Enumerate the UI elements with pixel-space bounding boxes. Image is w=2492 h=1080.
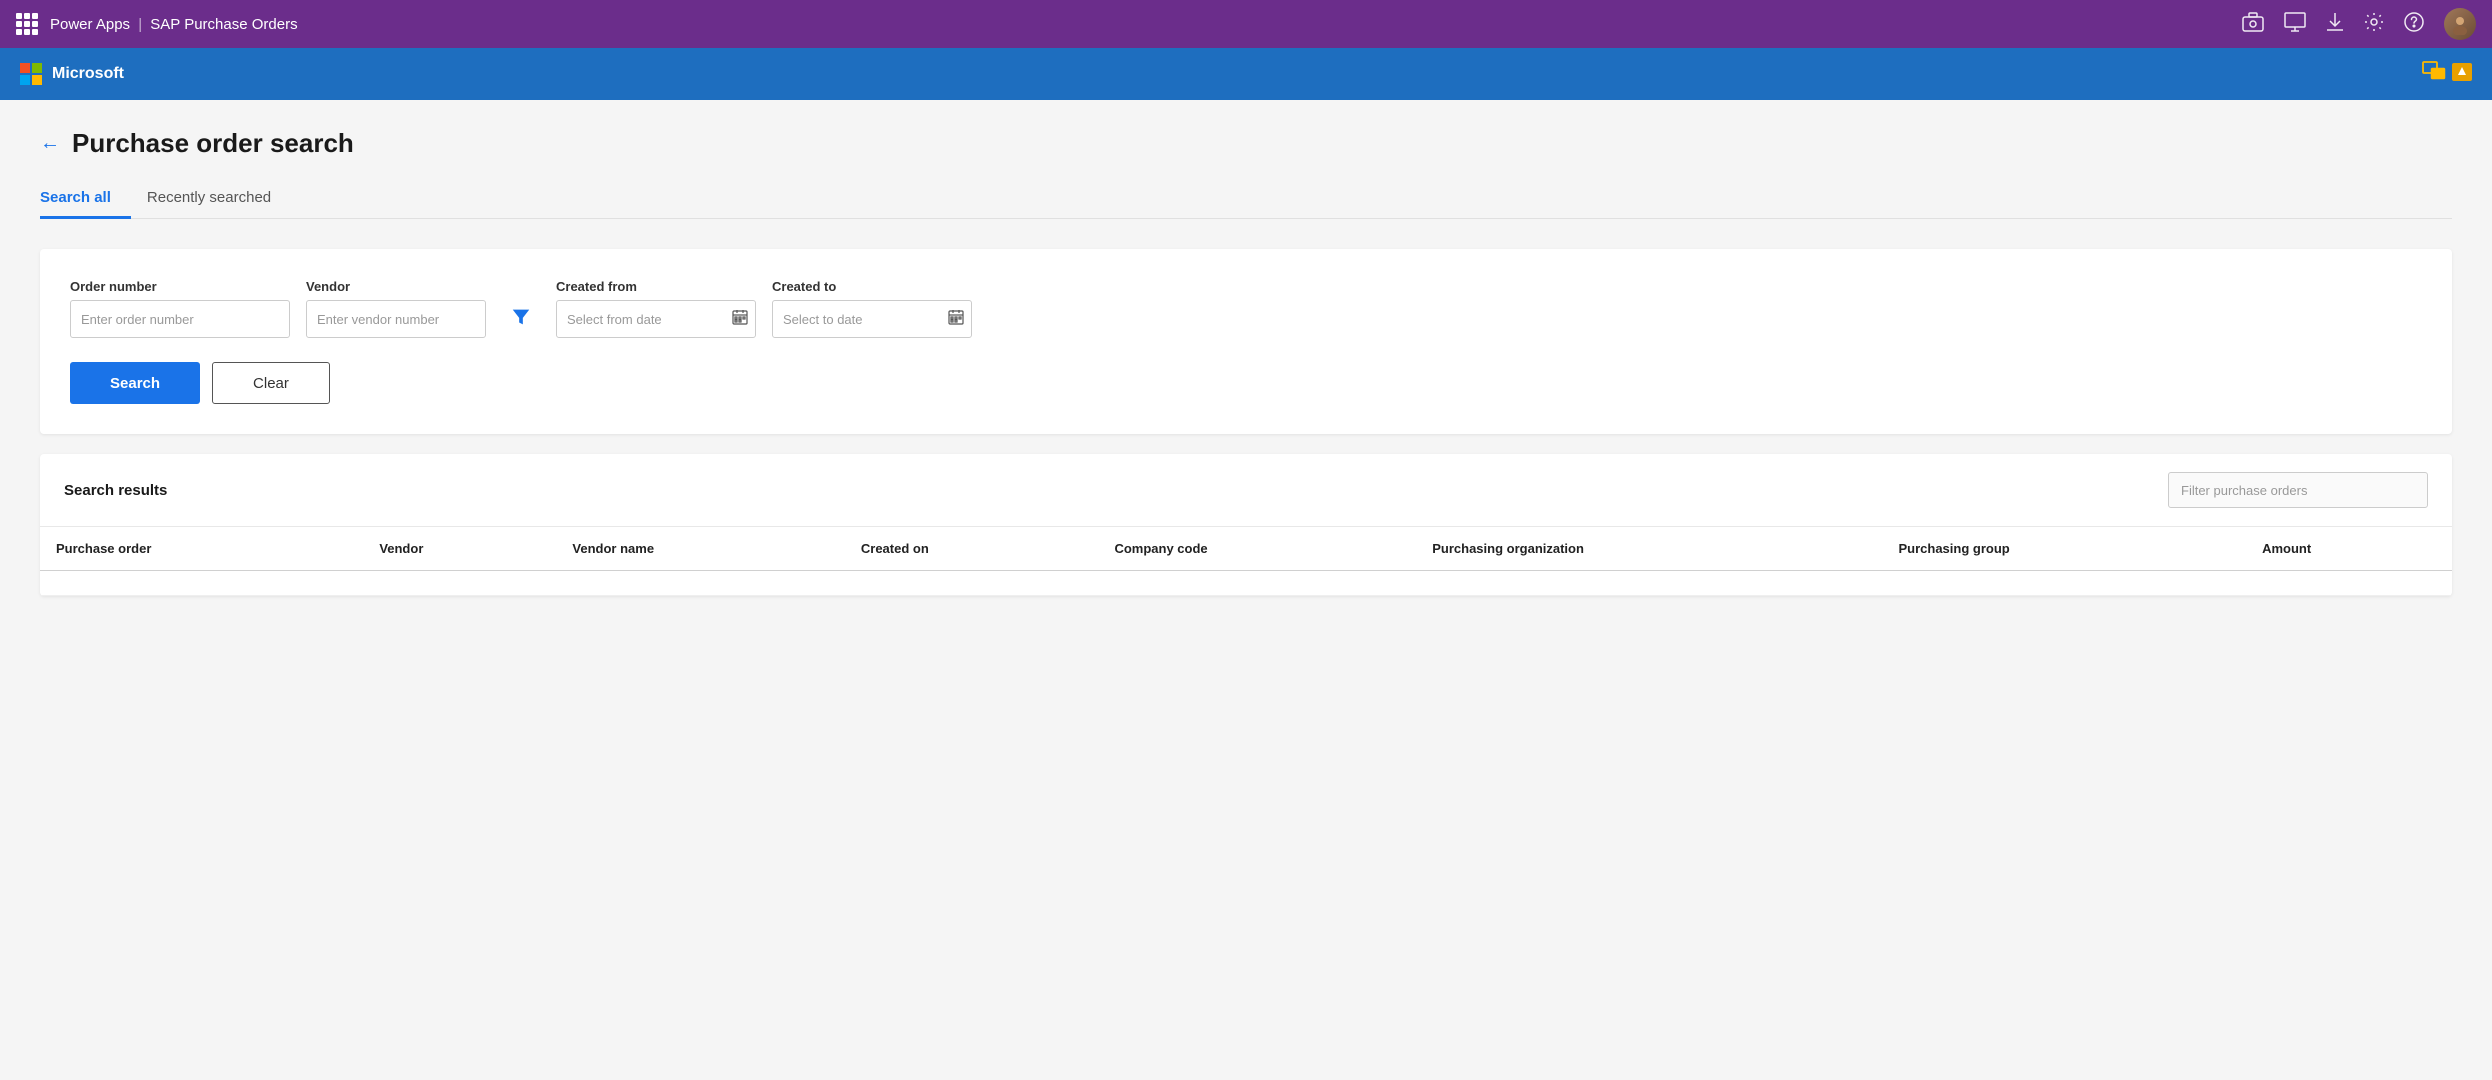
search-button[interactable]: Search [70, 362, 200, 404]
action-buttons-row: Search Clear [70, 362, 2422, 404]
created-to-group: Created to [772, 279, 972, 338]
user-avatar[interactable] [2444, 8, 2476, 40]
results-table-header: Purchase order Vendor Vendor name Create… [40, 527, 2452, 571]
ms-squares-icon [20, 63, 42, 85]
results-header: Search results [40, 454, 2452, 527]
funnel-svg-icon [510, 306, 532, 328]
search-tabs: Search all Recently searched [40, 179, 2452, 219]
col-purchase-order: Purchase order [40, 527, 363, 571]
microsoft-label: Microsoft [52, 65, 124, 83]
top-navigation: Power Apps | SAP Purchase Orders [0, 0, 2492, 48]
form-fields-row: Order number Vendor Created from [70, 279, 2422, 338]
filter-purchase-orders-input[interactable] [2168, 472, 2428, 508]
app-name-label: SAP Purchase Orders [150, 16, 297, 33]
created-from-label: Created from [556, 279, 756, 294]
created-from-wrapper [556, 300, 756, 338]
title-separator: | [138, 16, 146, 33]
created-to-label: Created to [772, 279, 972, 294]
vendor-group: Vendor [306, 279, 486, 338]
created-to-wrapper [772, 300, 972, 338]
col-vendor-name: Vendor name [556, 527, 844, 571]
col-amount: Amount [2246, 527, 2452, 571]
top-nav-right [2242, 8, 2476, 40]
camera-icon[interactable] [2242, 12, 2264, 37]
tab-recently-searched[interactable]: Recently searched [147, 179, 291, 219]
app-title: Power Apps | SAP Purchase Orders [50, 16, 298, 33]
download-icon[interactable] [2326, 12, 2344, 37]
back-button[interactable]: ← [40, 132, 60, 155]
filter-icon[interactable] [502, 298, 540, 336]
results-section: Search results Purchase order Vendor Ven… [40, 454, 2452, 596]
vendor-label: Vendor [306, 279, 486, 294]
results-table: Purchase order Vendor Vendor name Create… [40, 527, 2452, 596]
created-to-input[interactable] [772, 300, 972, 338]
empty-row [40, 571, 2452, 596]
vendor-input[interactable] [306, 300, 486, 338]
results-table-body [40, 571, 2452, 596]
col-vendor: Vendor [363, 527, 556, 571]
col-purchasing-organization: Purchasing organization [1416, 527, 1882, 571]
page-title: Purchase order search [72, 128, 354, 159]
clear-button[interactable]: Clear [212, 362, 330, 404]
empty-state-cell [40, 571, 2452, 596]
microsoft-bar: Microsoft [0, 48, 2492, 100]
apps-grid-icon[interactable] [16, 13, 38, 35]
present-icon[interactable] [2284, 12, 2306, 37]
col-purchasing-group: Purchasing group [1882, 527, 2246, 571]
top-nav-left: Power Apps | SAP Purchase Orders [16, 13, 298, 35]
help-icon[interactable] [2404, 12, 2424, 37]
col-created-on: Created on [845, 527, 1099, 571]
search-form: Order number Vendor Created from [40, 249, 2452, 434]
settings-icon[interactable] [2364, 12, 2384, 37]
ms-bar-right-icons [2422, 61, 2472, 87]
ms-icon-1[interactable] [2422, 61, 2446, 87]
order-number-label: Order number [70, 279, 290, 294]
tab-search-all[interactable]: Search all [40, 179, 131, 219]
col-company-code: Company code [1098, 527, 1416, 571]
microsoft-logo[interactable]: Microsoft [20, 63, 124, 85]
results-title: Search results [64, 482, 167, 499]
filter-input-wrapper [2168, 472, 2428, 508]
created-from-group: Created from [556, 279, 756, 338]
created-from-input[interactable] [556, 300, 756, 338]
page-header: ← Purchase order search [40, 128, 2452, 159]
order-number-input[interactable] [70, 300, 290, 338]
ms-icon-2[interactable] [2452, 63, 2472, 86]
order-number-group: Order number [70, 279, 290, 338]
main-content: ← Purchase order search Search all Recen… [0, 100, 2492, 1080]
